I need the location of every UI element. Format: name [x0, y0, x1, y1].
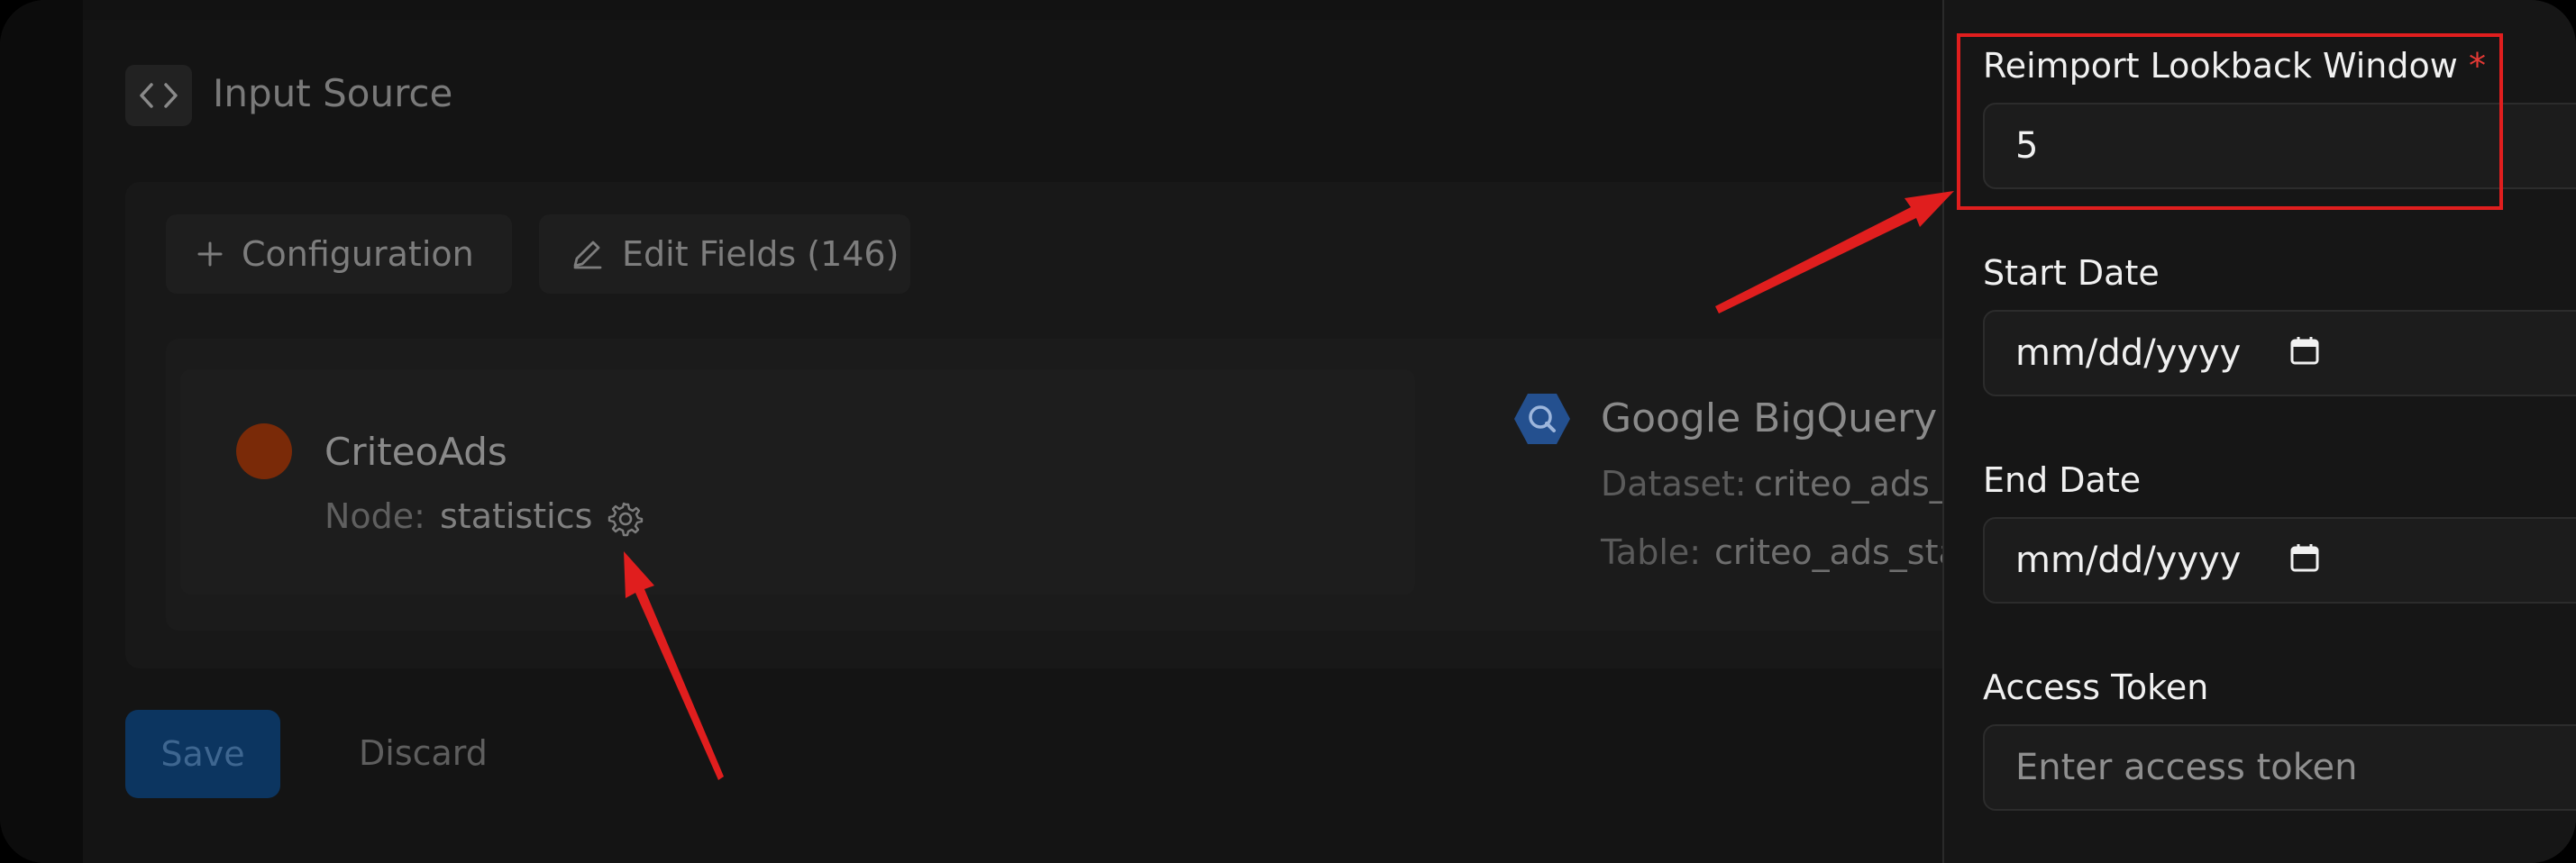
annotation-arrow-to-gear	[624, 551, 724, 780]
annotation-arrows	[624, 191, 1954, 780]
app-window: Input Source Configuration Edit Fields (…	[0, 0, 2576, 863]
annotation-arrow-to-field	[1715, 191, 1954, 313]
